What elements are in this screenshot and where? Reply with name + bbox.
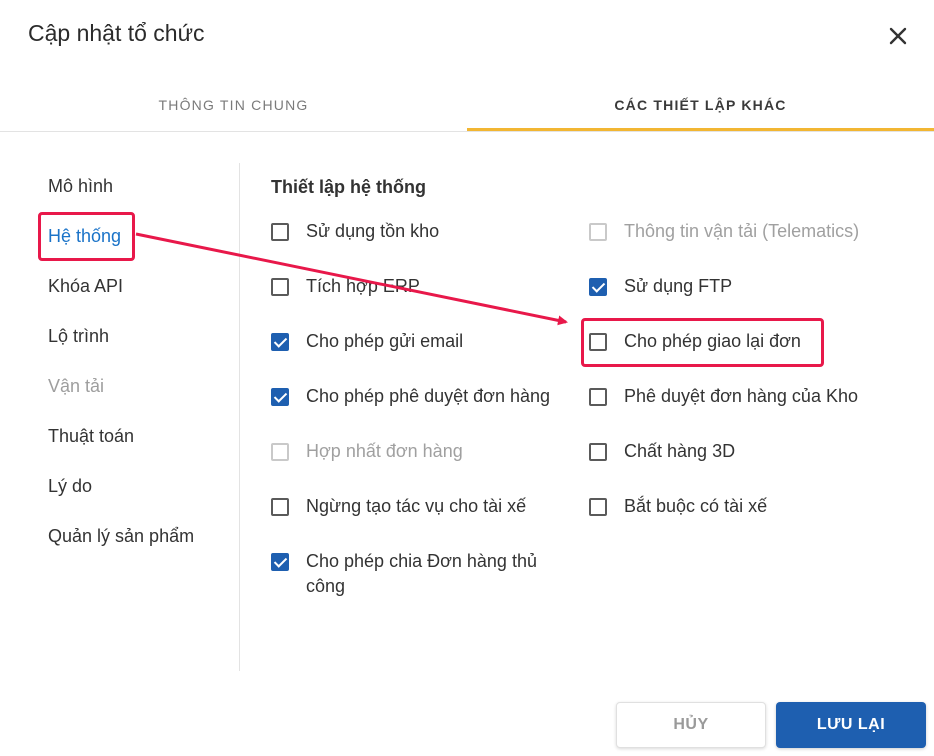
sidebar-item-route[interactable]: Lộ trình (48, 326, 109, 347)
option-manual-order-split[interactable]: Cho phép chia Đơn hàng thủ công (271, 551, 561, 599)
option-stop-driver-tasks[interactable]: Ngừng tạo tác vụ cho tài xế (271, 496, 527, 519)
option-label: Thông tin vận tải (Telematics) (624, 221, 860, 241)
option-allow-email[interactable]: Cho phép gửi email (271, 331, 464, 354)
option-use-inventory[interactable]: Sử dụng tồn kho (271, 221, 440, 244)
tab-general-info[interactable]: THÔNG TIN CHUNG (0, 78, 467, 132)
option-label: Hợp nhất đơn hàng (306, 441, 463, 461)
cancel-button[interactable]: HỦY (616, 702, 766, 748)
tab-other-settings[interactable]: CÁC THIẾT LẬP KHÁC (467, 78, 934, 132)
checkbox-disabled (589, 223, 607, 241)
checkbox-disabled (271, 443, 289, 461)
checkbox[interactable] (589, 498, 607, 516)
option-label: Phê duyệt đơn hàng của Kho (624, 386, 858, 406)
sidebar-item-api-key[interactable]: Khóa API (48, 276, 123, 297)
annotation-highlight-redelivery (581, 318, 824, 367)
section-title: Thiết lập hệ thống (271, 177, 426, 197)
checkbox-checked[interactable] (271, 388, 289, 406)
checkbox-checked[interactable] (271, 553, 289, 571)
sidebar-item-transport: Vận tải (48, 376, 105, 396)
option-driver-required[interactable]: Bắt buộc có tài xế (589, 496, 768, 519)
option-label: Sử dụng tồn kho (306, 221, 440, 241)
option-merge-orders: Hợp nhất đơn hàng (271, 441, 463, 464)
sidebar-item-product-management[interactable]: Quản lý sản phẩm (48, 526, 194, 547)
option-allow-order-approval[interactable]: Cho phép phê duyệt đơn hàng (271, 386, 551, 409)
option-warehouse-order-approval[interactable]: Phê duyệt đơn hàng của Kho (589, 386, 858, 409)
sidebar-item-model[interactable]: Mô hình (48, 176, 113, 197)
checkbox[interactable] (271, 498, 289, 516)
sidebar-item-reason[interactable]: Lý do (48, 476, 92, 497)
checkbox-checked[interactable] (589, 278, 607, 296)
checkbox[interactable] (271, 278, 289, 296)
option-label: Ngừng tạo tác vụ cho tài xế (306, 496, 527, 516)
option-label: Chất hàng 3D (624, 441, 736, 461)
tab-bar: THÔNG TIN CHUNG CÁC THIẾT LẬP KHÁC (0, 78, 934, 132)
save-button[interactable]: LƯU LẠI (776, 702, 926, 748)
dialog-title: Cập nhật tổ chức (28, 20, 205, 46)
option-label: Sử dụng FTP (624, 276, 733, 296)
option-3d-loading[interactable]: Chất hàng 3D (589, 441, 736, 464)
option-label: Cho phép phê duyệt đơn hàng (306, 386, 551, 406)
checkbox[interactable] (589, 388, 607, 406)
option-telematics: Thông tin vận tải (Telematics) (589, 221, 860, 244)
close-icon (889, 27, 907, 45)
close-button[interactable] (884, 22, 912, 50)
sidebar-item-algorithm[interactable]: Thuật toán (48, 426, 134, 447)
checkbox[interactable] (271, 223, 289, 241)
option-label: Bắt buộc có tài xế (624, 496, 768, 516)
checkbox-checked[interactable] (271, 333, 289, 351)
active-tab-indicator (467, 128, 934, 131)
option-label: Tích hợp ERP (306, 276, 420, 296)
option-use-ftp[interactable]: Sử dụng FTP (589, 276, 733, 299)
annotation-highlight-system (38, 212, 135, 261)
option-label: Cho phép gửi email (306, 331, 464, 351)
option-label: Cho phép chia Đơn hàng thủ công (306, 551, 537, 596)
checkbox[interactable] (589, 443, 607, 461)
option-erp-integration[interactable]: Tích hợp ERP (271, 276, 420, 299)
